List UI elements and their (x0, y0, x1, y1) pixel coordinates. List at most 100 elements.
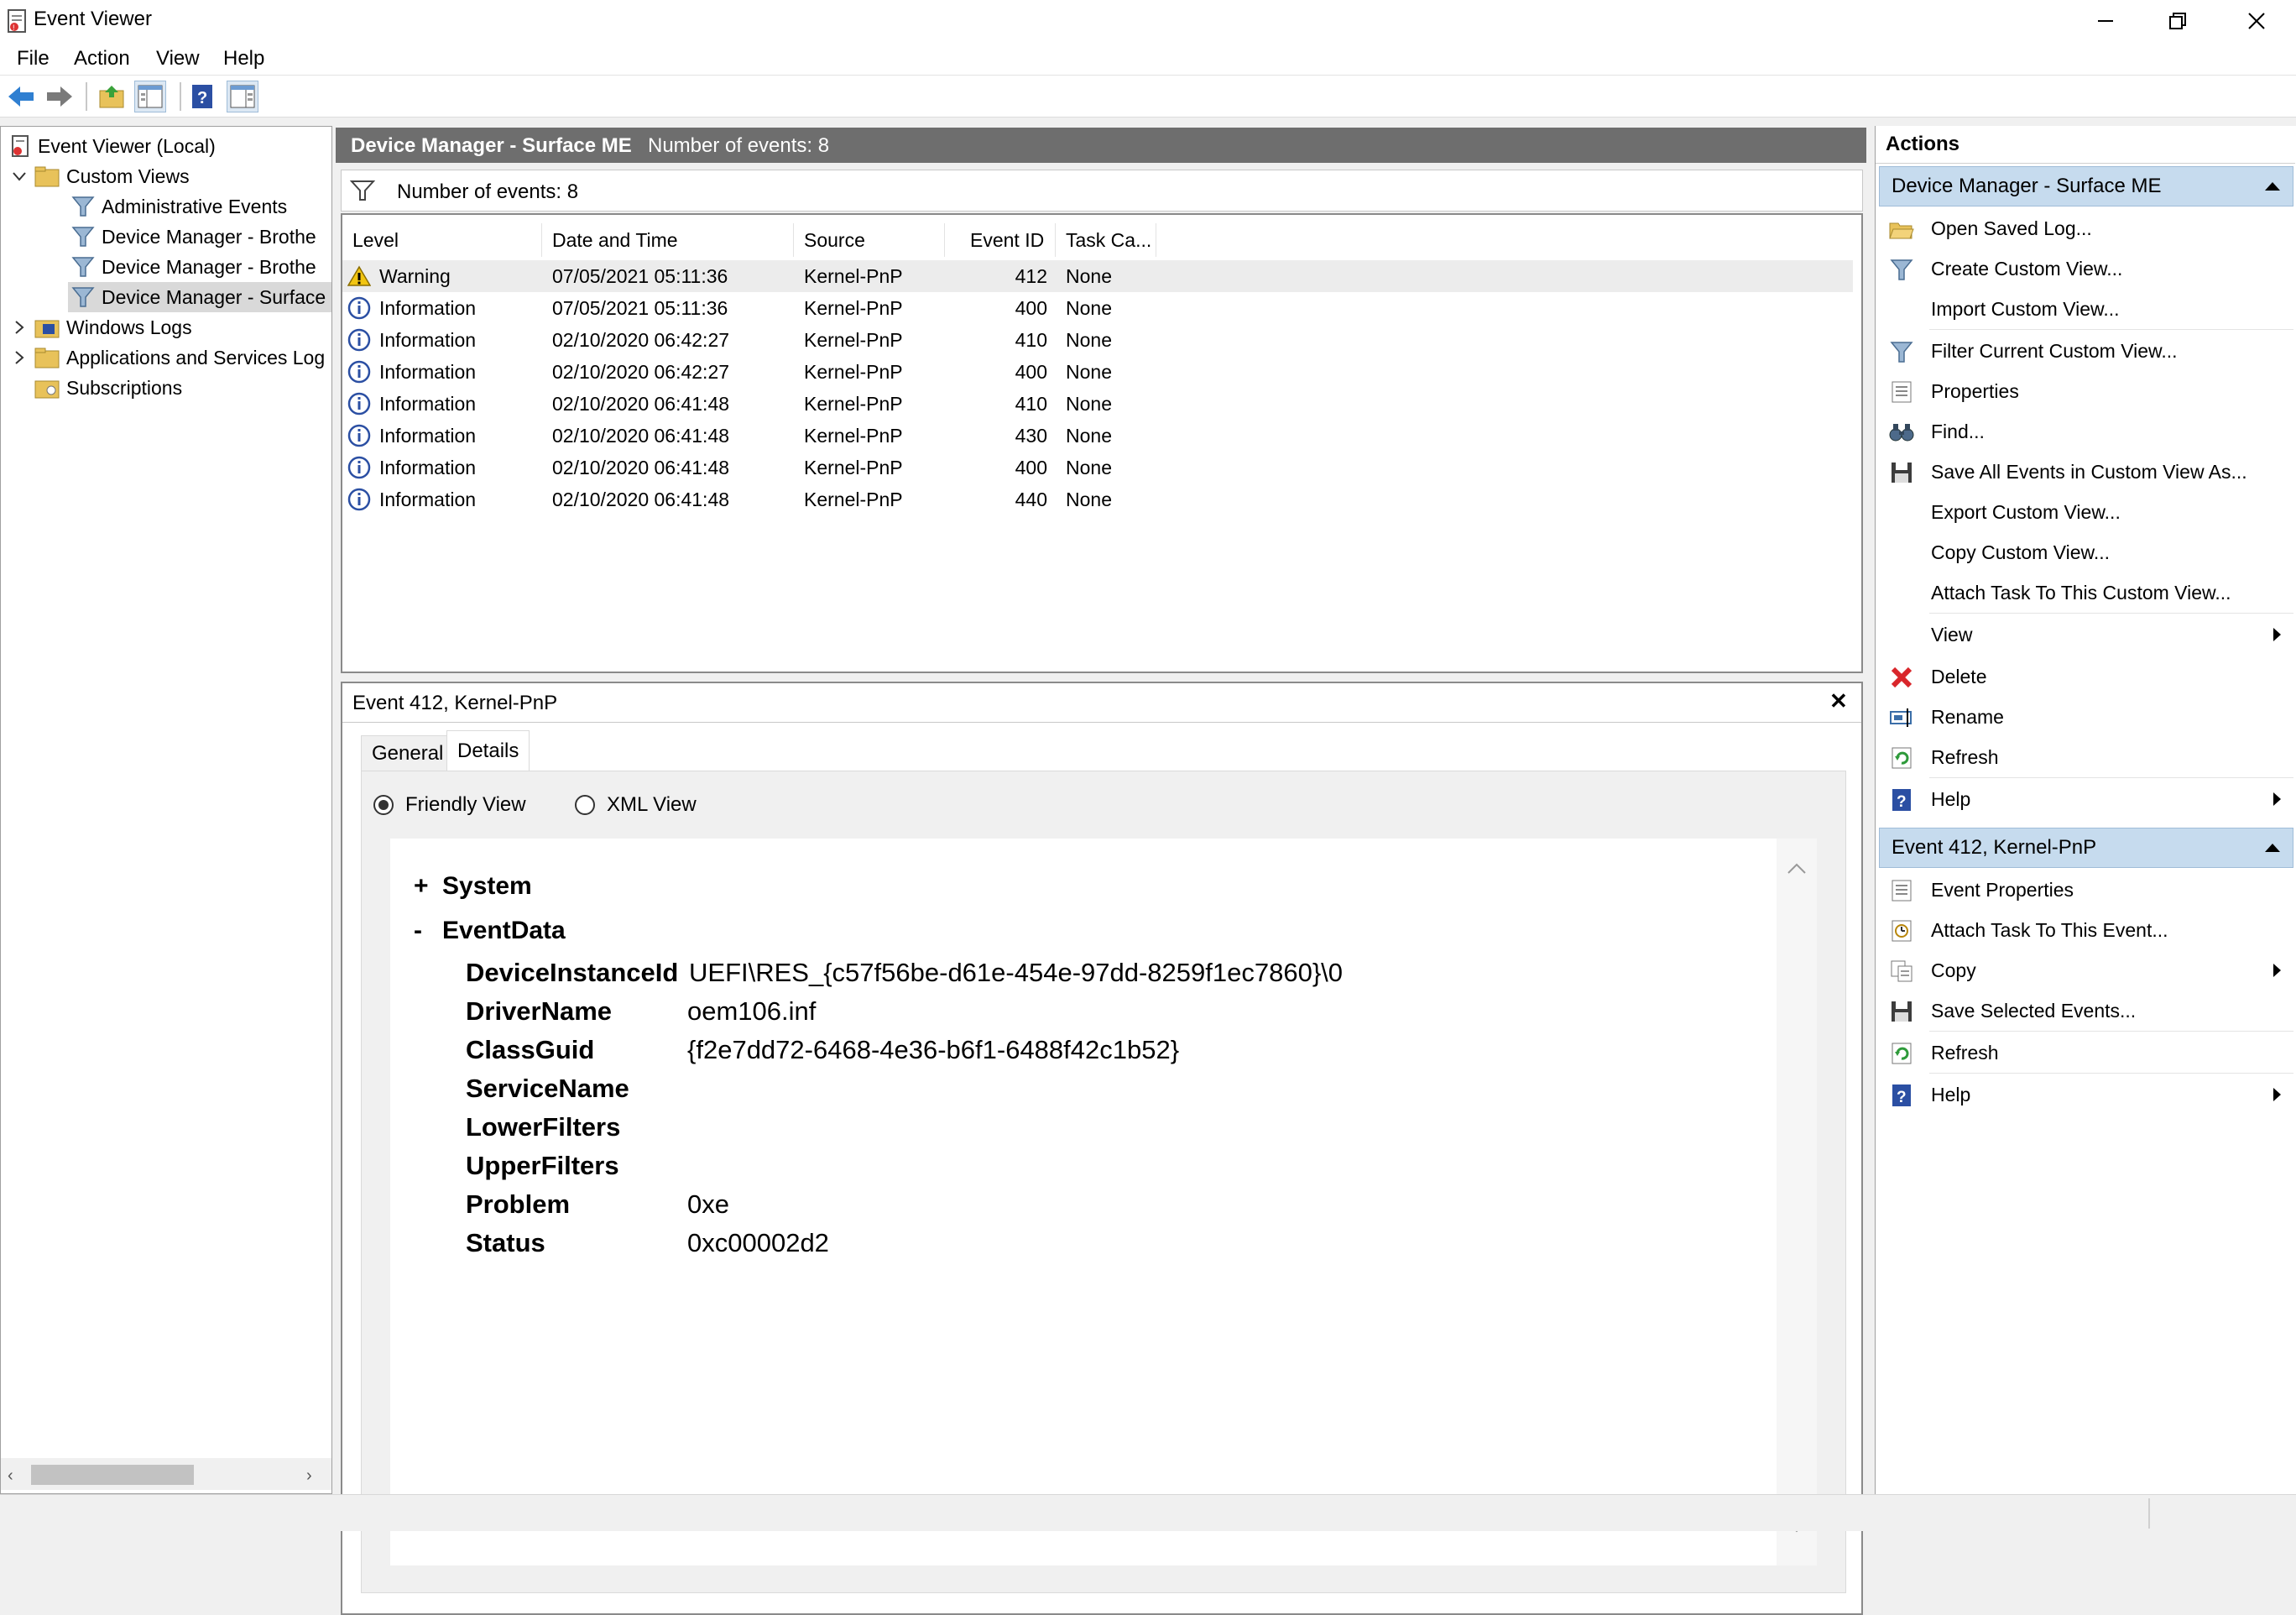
action-help[interactable]: ? Help (1879, 779, 2293, 819)
table-row[interactable]: Information 02/10/2020 06:42:27 Kernel-PnP… (342, 356, 1853, 388)
back-button[interactable] (5, 81, 37, 112)
cell-event-id: 400 (1015, 296, 1047, 319)
collapse-up-icon[interactable] (2264, 180, 2281, 192)
scroll-right-icon[interactable]: › (306, 1466, 312, 1486)
tree-item-label: Event Viewer (Local) (38, 134, 216, 157)
chevron-right-icon[interactable] (11, 319, 28, 336)
svg-text:!: ! (13, 24, 15, 32)
action-copy[interactable]: Copy (1879, 950, 2293, 990)
action-separator (1929, 613, 2293, 614)
cell-event-id: 410 (1015, 328, 1047, 351)
tree-item-device-manager-brother-2[interactable]: Device Manager - Brothe (1, 252, 331, 282)
tree-item-administrative-events[interactable]: Administrative Events (1, 191, 331, 222)
chevron-right-icon[interactable] (11, 349, 28, 366)
column-header-level[interactable]: Level (342, 223, 542, 257)
subscriptions-icon (34, 380, 60, 399)
menu-help[interactable]: Help (220, 47, 268, 71)
column-header-task-category[interactable]: Task Ca... (1056, 223, 1156, 257)
menu-action[interactable]: Action (70, 47, 133, 71)
column-header-date-and-time[interactable]: Date and Time (542, 223, 794, 257)
cell-date-and-time: 02/10/2020 06:42:27 (552, 360, 730, 383)
cell-level: Information (379, 488, 477, 510)
action-rename[interactable]: Rename (1879, 697, 2293, 737)
action-event-properties[interactable]: Event Properties (1879, 870, 2293, 910)
minimize-button[interactable] (2066, 0, 2145, 42)
chevron-down-icon[interactable] (11, 168, 28, 185)
table-row[interactable]: Information 02/10/2020 06:41:48 Kernel-PnP… (342, 420, 1853, 452)
action-label: Find... (1931, 420, 1985, 442)
tree-item-custom-views[interactable]: Custom Views (1, 161, 331, 191)
action-open-saved-log[interactable]: Open Saved Log... (1879, 208, 2293, 248)
action-import-custom-view[interactable]: Import Custom View... (1879, 289, 2293, 329)
tab-general[interactable]: General (361, 735, 455, 771)
menu-view[interactable]: View (153, 47, 203, 71)
table-row[interactable]: Information 07/05/2021 05:11:36 Kernel-PnP… (342, 292, 1853, 324)
action-separator (1929, 1073, 2293, 1074)
table-row[interactable]: Information 02/10/2020 06:41:48 Kernel-PnP… (342, 452, 1853, 483)
column-header-event-id[interactable]: Event ID (945, 223, 1056, 257)
friendly-view-radio[interactable]: Friendly View (373, 793, 526, 817)
eventdata-section-label[interactable]: EventData (442, 917, 566, 945)
radio-unselected-icon (575, 795, 595, 815)
action-help[interactable]: ? Help (1879, 1074, 2293, 1115)
tree-item-device-manager-brother-1[interactable]: Device Manager - Brothe (1, 222, 331, 252)
table-row[interactable]: Information 02/10/2020 06:41:48 Kernel-PnP… (342, 483, 1853, 515)
show-hide-action-pane-button[interactable] (227, 81, 258, 112)
forward-button[interactable] (44, 81, 76, 112)
action-refresh[interactable]: Refresh (1879, 1032, 2293, 1073)
folder-up-icon (99, 86, 124, 108)
xml-view-radio[interactable]: XML View (575, 793, 697, 817)
cell-task-category: None (1066, 488, 1112, 510)
table-row[interactable]: Information 02/10/2020 06:41:48 Kernel-PnP… (342, 388, 1853, 420)
restore-button[interactable] (2138, 0, 2217, 42)
minimize-icon (2098, 20, 2113, 22)
action-properties[interactable]: Properties (1879, 371, 2293, 411)
system-expand-toggle[interactable]: + (414, 872, 429, 901)
task-icon (1889, 918, 1914, 943)
action-export-custom-view[interactable]: Export Custom View... (1879, 492, 2293, 532)
action-create-custom-view[interactable]: Create Custom View... (1879, 248, 2293, 289)
events-table: Level Date and Time Source Event ID Task… (341, 213, 1863, 673)
collapse-up-icon[interactable] (2264, 842, 2281, 854)
column-header-source[interactable]: Source (794, 223, 945, 257)
tree-horizontal-scrollbar[interactable]: ‹ › (1, 1458, 331, 1490)
tree-item-device-manager-surface[interactable]: Device Manager - Surface (68, 282, 331, 312)
cell-level: Information (379, 360, 477, 383)
action-filter-current-custom-view[interactable]: Filter Current Custom View... (1879, 331, 2293, 371)
action-attach-task-to-this-event[interactable]: Attach Task To This Event... (1879, 910, 2293, 950)
details-vertical-scrollbar[interactable] (1777, 839, 1817, 1565)
help-button[interactable]: ? (186, 81, 218, 112)
actions-section-header-custom-view[interactable]: Device Manager - Surface ME (1879, 166, 2293, 206)
action-view[interactable]: View (1879, 614, 2293, 655)
field-value: 0xc00002d2 (687, 1228, 829, 1257)
close-detail-icon[interactable]: ✕ (1829, 688, 1848, 714)
tree-item-applications-and-services-logs[interactable]: Applications and Services Log (1, 342, 331, 373)
cell-task-category: None (1066, 328, 1112, 351)
cell-source: Kernel-PnP (804, 296, 903, 319)
action-copy-custom-view[interactable]: Copy Custom View... (1879, 532, 2293, 572)
tab-details[interactable]: Details (446, 730, 530, 771)
action-save-all-events-in-custom-view-as[interactable]: Save All Events in Custom View As... (1879, 452, 2293, 492)
action-find[interactable]: Find... (1879, 411, 2293, 452)
menu-file[interactable]: File (13, 47, 53, 71)
tree-item-event-viewer-local[interactable]: Event Viewer (Local) (1, 131, 331, 161)
scroll-left-icon[interactable]: ‹ (8, 1466, 13, 1486)
scrollbar-thumb[interactable] (31, 1465, 194, 1485)
tree-item-windows-logs[interactable]: Windows Logs (1, 312, 331, 342)
show-hide-console-tree-button[interactable] (134, 81, 166, 112)
event-viewer-app-icon: ! (7, 8, 29, 34)
action-save-selected-events[interactable]: Save Selected Events... (1879, 990, 2293, 1031)
eventdata-collapse-toggle[interactable]: - (414, 917, 422, 945)
table-row[interactable]: Warning 07/05/2021 05:11:36 Kernel-PnP 412 N… (342, 260, 1853, 292)
scroll-up-icon[interactable] (1787, 862, 1807, 875)
cell-source: Kernel-PnP (804, 456, 903, 478)
close-window-button[interactable] (2217, 0, 2296, 42)
up-folder-button[interactable] (96, 81, 128, 112)
action-delete[interactable]: Delete (1879, 656, 2293, 697)
system-section-label[interactable]: System (442, 872, 532, 901)
action-refresh[interactable]: Refresh (1879, 737, 2293, 777)
actions-section-header-event[interactable]: Event 412, Kernel-PnP (1879, 828, 2293, 868)
table-row[interactable]: Information 02/10/2020 06:42:27 Kernel-PnP… (342, 324, 1853, 356)
action-attach-task-to-this-custom-view[interactable]: Attach Task To This Custom View... (1879, 572, 2293, 613)
tree-item-subscriptions[interactable]: Subscriptions (1, 373, 331, 403)
